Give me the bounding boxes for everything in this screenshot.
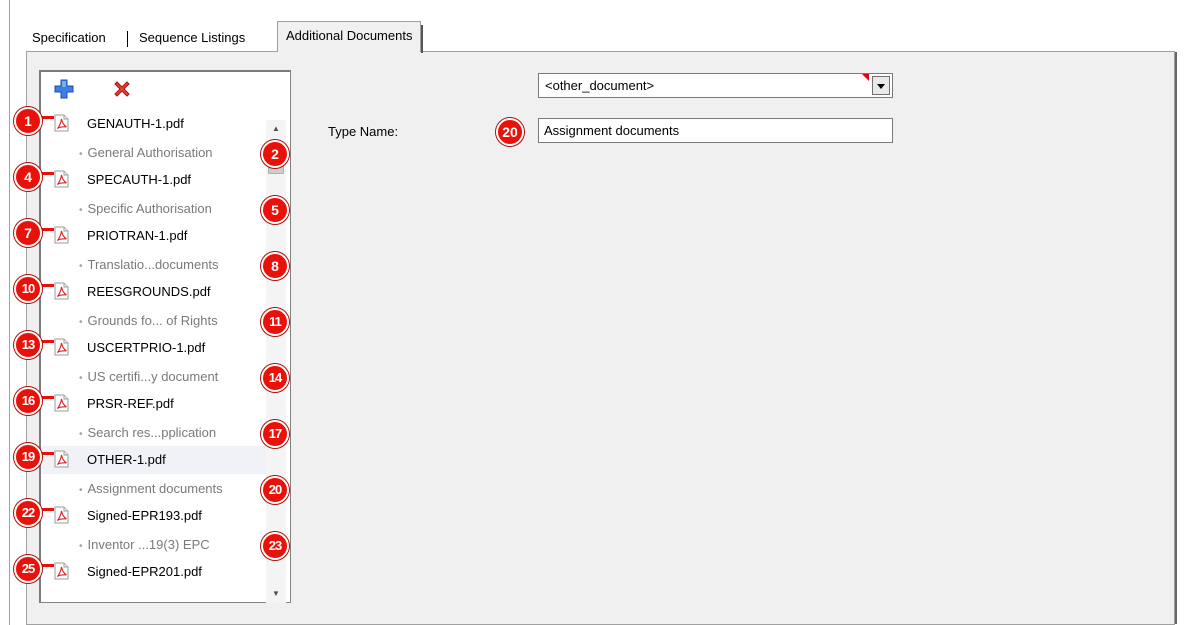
pdf-file-icon — [54, 114, 69, 132]
document-file-row[interactable]: GENAUTH-1.pdf — [41, 110, 266, 138]
type-name-input[interactable] — [538, 118, 893, 143]
list-scrollbar[interactable]: ▲ ▼ — [266, 120, 286, 603]
annotation-badge: 4 — [14, 163, 42, 191]
window-left-border — [9, 0, 10, 625]
annotation-badge: 13 — [14, 331, 42, 359]
x-icon[interactable] — [111, 78, 133, 100]
required-marker — [862, 74, 869, 81]
document-description-row[interactable]: Grounds fo... of Rights — [41, 306, 266, 334]
document-file-row[interactable]: Signed-EPR201.pdf — [41, 558, 266, 586]
document-file-row[interactable]: SPECAUTH-1.pdf — [41, 166, 266, 194]
annotation-badge: 10 — [14, 275, 42, 303]
document-description-row[interactable]: Specific Authorisation — [41, 194, 266, 222]
document-description: Inventor ...19(3) EPC — [79, 537, 210, 552]
pdf-file-icon — [54, 226, 69, 244]
annotation-badge: 11 — [261, 308, 289, 336]
document-list[interactable]: GENAUTH-1.pdf General Authorisation SPECAU… — [39, 70, 291, 603]
scroll-up-arrow[interactable]: ▲ — [266, 120, 286, 138]
pdf-file-icon — [54, 282, 69, 300]
document-description: Specific Authorisation — [79, 201, 212, 216]
type-name-label: Type Name: — [328, 124, 399, 139]
document-description-row[interactable]: Inventor ...19(3) EPC — [41, 530, 266, 558]
tab-separator — [127, 31, 128, 47]
pdf-file-icon — [54, 170, 69, 188]
document-file-name: GENAUTH-1.pdf — [87, 116, 184, 131]
tab-sequence-listings[interactable]: Sequence Listings — [139, 25, 245, 51]
document-file-name: Signed-EPR201.pdf — [87, 564, 202, 579]
annotation-badge: 7 — [14, 219, 42, 247]
annotation-badge: 20 — [496, 118, 524, 146]
tab-specification[interactable]: Specification — [32, 25, 106, 51]
document-type-dropdown[interactable]: <other_document> — [538, 73, 893, 98]
annotation-badge: 5 — [261, 196, 289, 224]
chevron-down-icon[interactable] — [872, 76, 890, 95]
document-file-name: OTHER-1.pdf — [87, 452, 166, 467]
scroll-down-arrow[interactable]: ▼ — [266, 585, 286, 603]
document-file-name: SPECAUTH-1.pdf — [87, 172, 192, 187]
panel-shadow — [1175, 52, 1177, 624]
document-description-row[interactable]: Assignment documents — [41, 474, 266, 502]
plus-icon[interactable] — [53, 78, 75, 100]
annotation-badge: 23 — [261, 532, 289, 560]
document-description-row[interactable]: Translatio...documents — [41, 250, 266, 278]
document-description-row[interactable]: General Authorisation — [41, 138, 266, 166]
document-file-row[interactable]: REESGROUNDS.pdf — [41, 278, 266, 306]
document-description: Search res...pplication — [79, 425, 217, 440]
pdf-file-icon — [54, 338, 69, 356]
document-description-row[interactable]: Search res...pplication — [41, 418, 266, 446]
document-description: General Authorisation — [79, 145, 213, 160]
annotation-badge: 20 — [261, 476, 289, 504]
document-file-name: Signed-EPR193.pdf — [87, 508, 202, 523]
document-file-row[interactable]: PRSR-REF.pdf — [41, 390, 266, 418]
document-file-row[interactable]: PRIOTRAN-1.pdf — [41, 222, 266, 250]
pdf-file-icon — [54, 394, 69, 412]
annotation-badge: 1 — [14, 107, 42, 135]
annotation-badge: 17 — [261, 420, 289, 448]
annotation-badge: 22 — [14, 499, 42, 527]
document-description: Translatio...documents — [79, 257, 219, 272]
document-description-row[interactable]: US certifi...y document — [41, 362, 266, 390]
document-type-value: <other_document> — [545, 78, 655, 93]
document-file-row[interactable]: OTHER-1.pdf — [41, 446, 266, 474]
annotation-badge: 25 — [14, 555, 42, 583]
document-file-name: REESGROUNDS.pdf — [87, 284, 211, 299]
annotation-badge: 14 — [261, 364, 289, 392]
annotation-badge: 19 — [14, 443, 42, 471]
document-file-row[interactable]: USCERTPRIO-1.pdf — [41, 334, 266, 362]
pdf-file-icon — [54, 562, 69, 580]
annotation-badge: 16 — [14, 387, 42, 415]
tab-additional-documents[interactable]: Additional Documents — [277, 21, 424, 53]
document-file-name: PRSR-REF.pdf — [87, 396, 174, 411]
document-file-row[interactable]: Signed-EPR193.pdf — [41, 502, 266, 530]
document-description: Grounds fo... of Rights — [79, 313, 218, 328]
document-file-name: USCERTPRIO-1.pdf — [87, 340, 206, 355]
pdf-file-icon — [54, 450, 69, 468]
annotation-badge: 8 — [261, 252, 289, 280]
document-description: US certifi...y document — [79, 369, 219, 384]
document-file-name: PRIOTRAN-1.pdf — [87, 228, 188, 243]
document-description: Assignment documents — [79, 481, 223, 496]
pdf-file-icon — [54, 506, 69, 524]
annotation-badge: 2 — [261, 140, 289, 168]
